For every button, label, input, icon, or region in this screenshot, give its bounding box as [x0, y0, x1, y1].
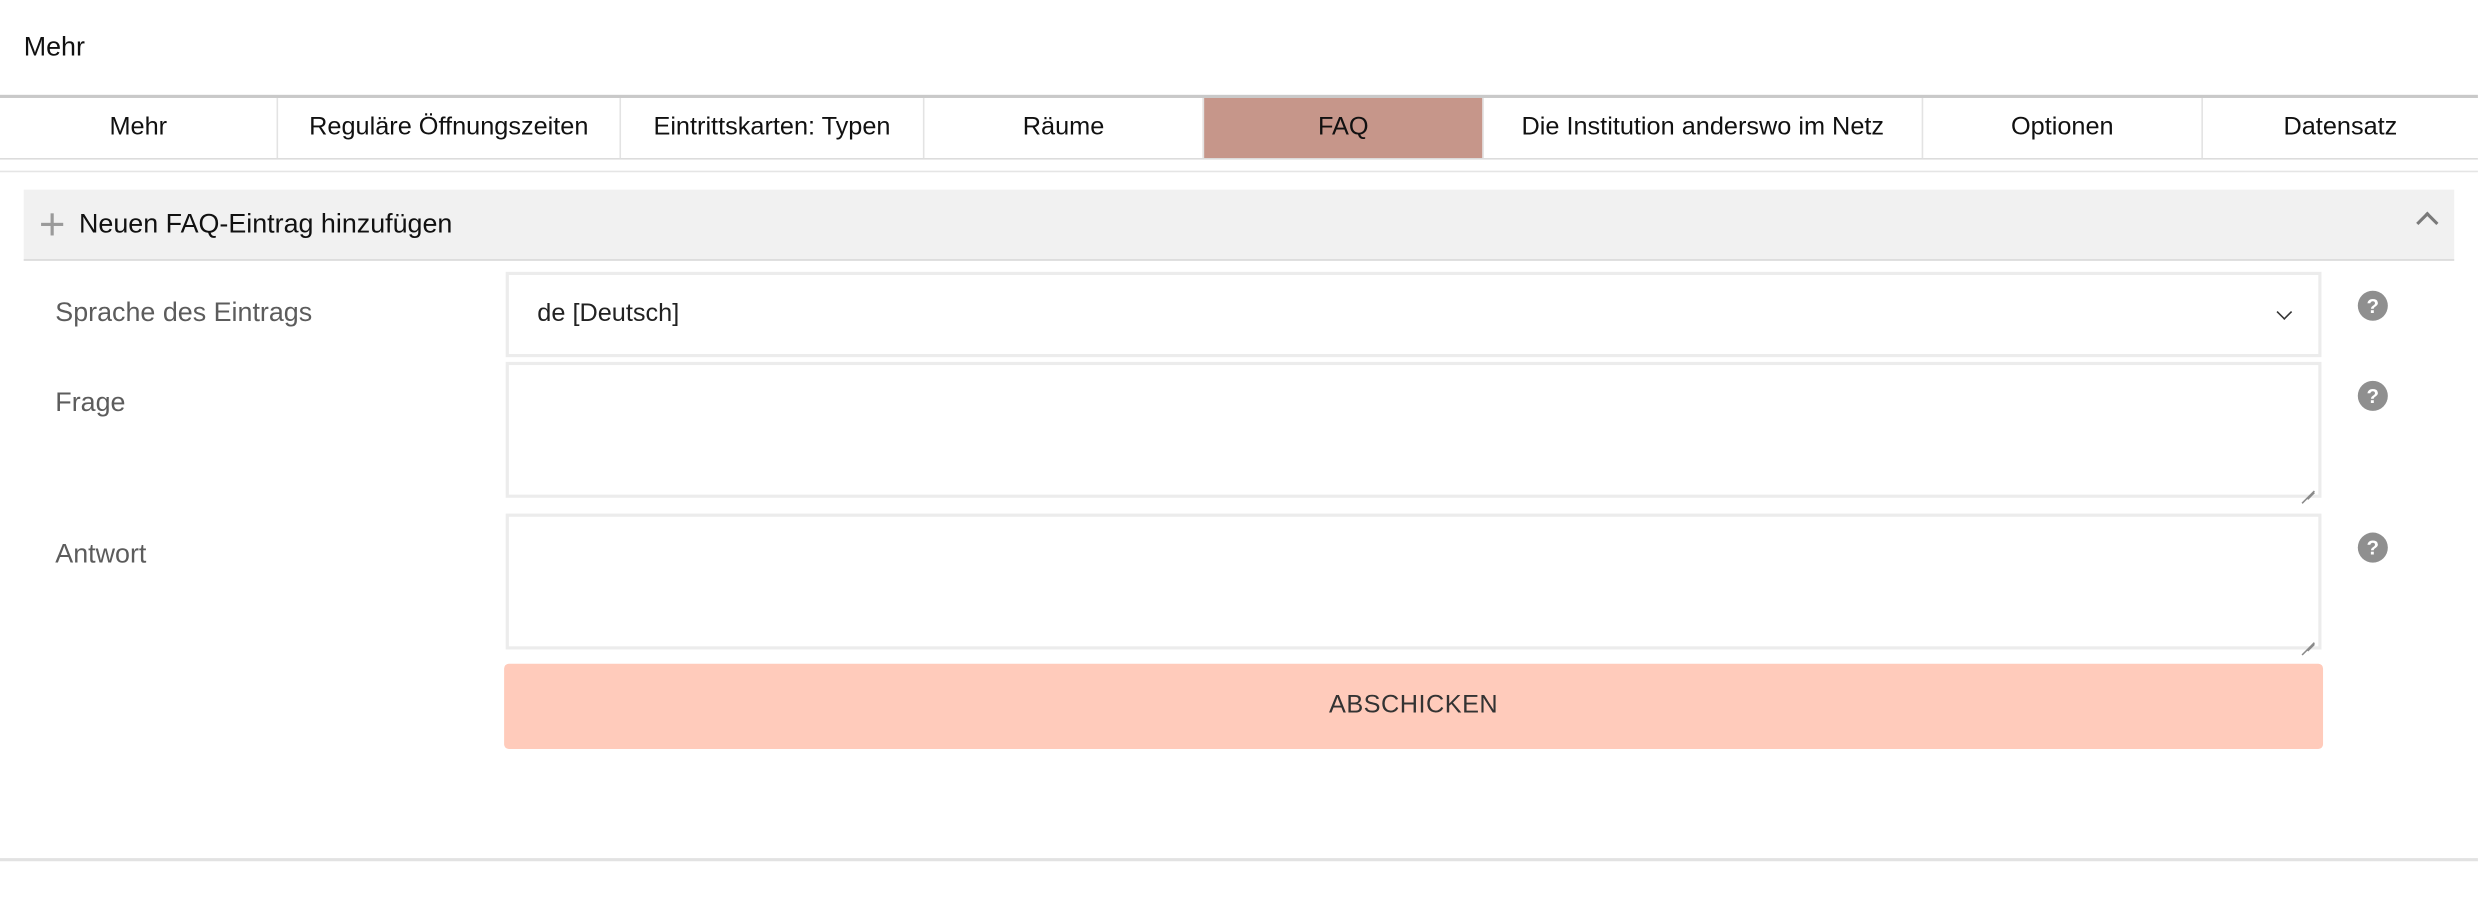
help-icon-language[interactable]: ? [2357, 290, 2388, 321]
submit-button[interactable]: ABSCHICKEN [504, 663, 2324, 750]
language-label: Sprache des Eintrags [55, 297, 313, 328]
section-title: Neuen FAQ-Eintrag hinzufügen [79, 208, 453, 239]
resize-grip-icon[interactable] [2301, 477, 2315, 491]
page-title: Mehr [23, 31, 85, 62]
tab-faq[interactable]: FAQ [1202, 97, 1483, 159]
language-select[interactable]: de [Deutsch] [505, 271, 2322, 358]
add-faq-section-header[interactable]: Neuen FAQ-Eintrag hinzufügen [23, 189, 2455, 261]
resize-grip-icon[interactable] [2301, 629, 2315, 643]
tab-datensatz[interactable]: Datensatz [2201, 97, 2478, 159]
chevron-down-icon [2276, 304, 2293, 320]
tab-institution-anderswo-im-netz[interactable]: Die Institution anderswo im Netz [1482, 97, 1921, 159]
tab-eintrittskarten-typen[interactable]: Eintrittskarten: Typen [619, 97, 922, 159]
plus-icon [41, 213, 64, 236]
divider [0, 858, 2478, 862]
tab-regulaere-oeffnungszeiten[interactable]: Reguläre Öffnungszeiten [276, 97, 620, 159]
answer-textarea[interactable] [505, 513, 2322, 650]
tab-bar: Mehr Reguläre Öffnungszeiten Eintrittska… [0, 94, 2478, 160]
tab-raeume[interactable]: Räume [922, 97, 1203, 159]
help-icon-question[interactable]: ? [2357, 380, 2388, 411]
help-icon-answer[interactable]: ? [2357, 532, 2388, 563]
answer-label: Antwort [55, 538, 147, 569]
page: Mehr Mehr Reguläre Öffnungszeiten Eintri… [0, 0, 2478, 899]
language-select-value: de [Deutsch] [537, 300, 680, 328]
question-label: Frage [55, 387, 126, 418]
question-textarea[interactable] [505, 361, 2322, 498]
tab-optionen[interactable]: Optionen [1921, 97, 2202, 159]
tab-mehr[interactable]: Mehr [0, 98, 277, 158]
page-header: Mehr [0, 0, 2478, 95]
divider [0, 170, 2478, 173]
chevron-up-icon[interactable] [2416, 211, 2439, 234]
